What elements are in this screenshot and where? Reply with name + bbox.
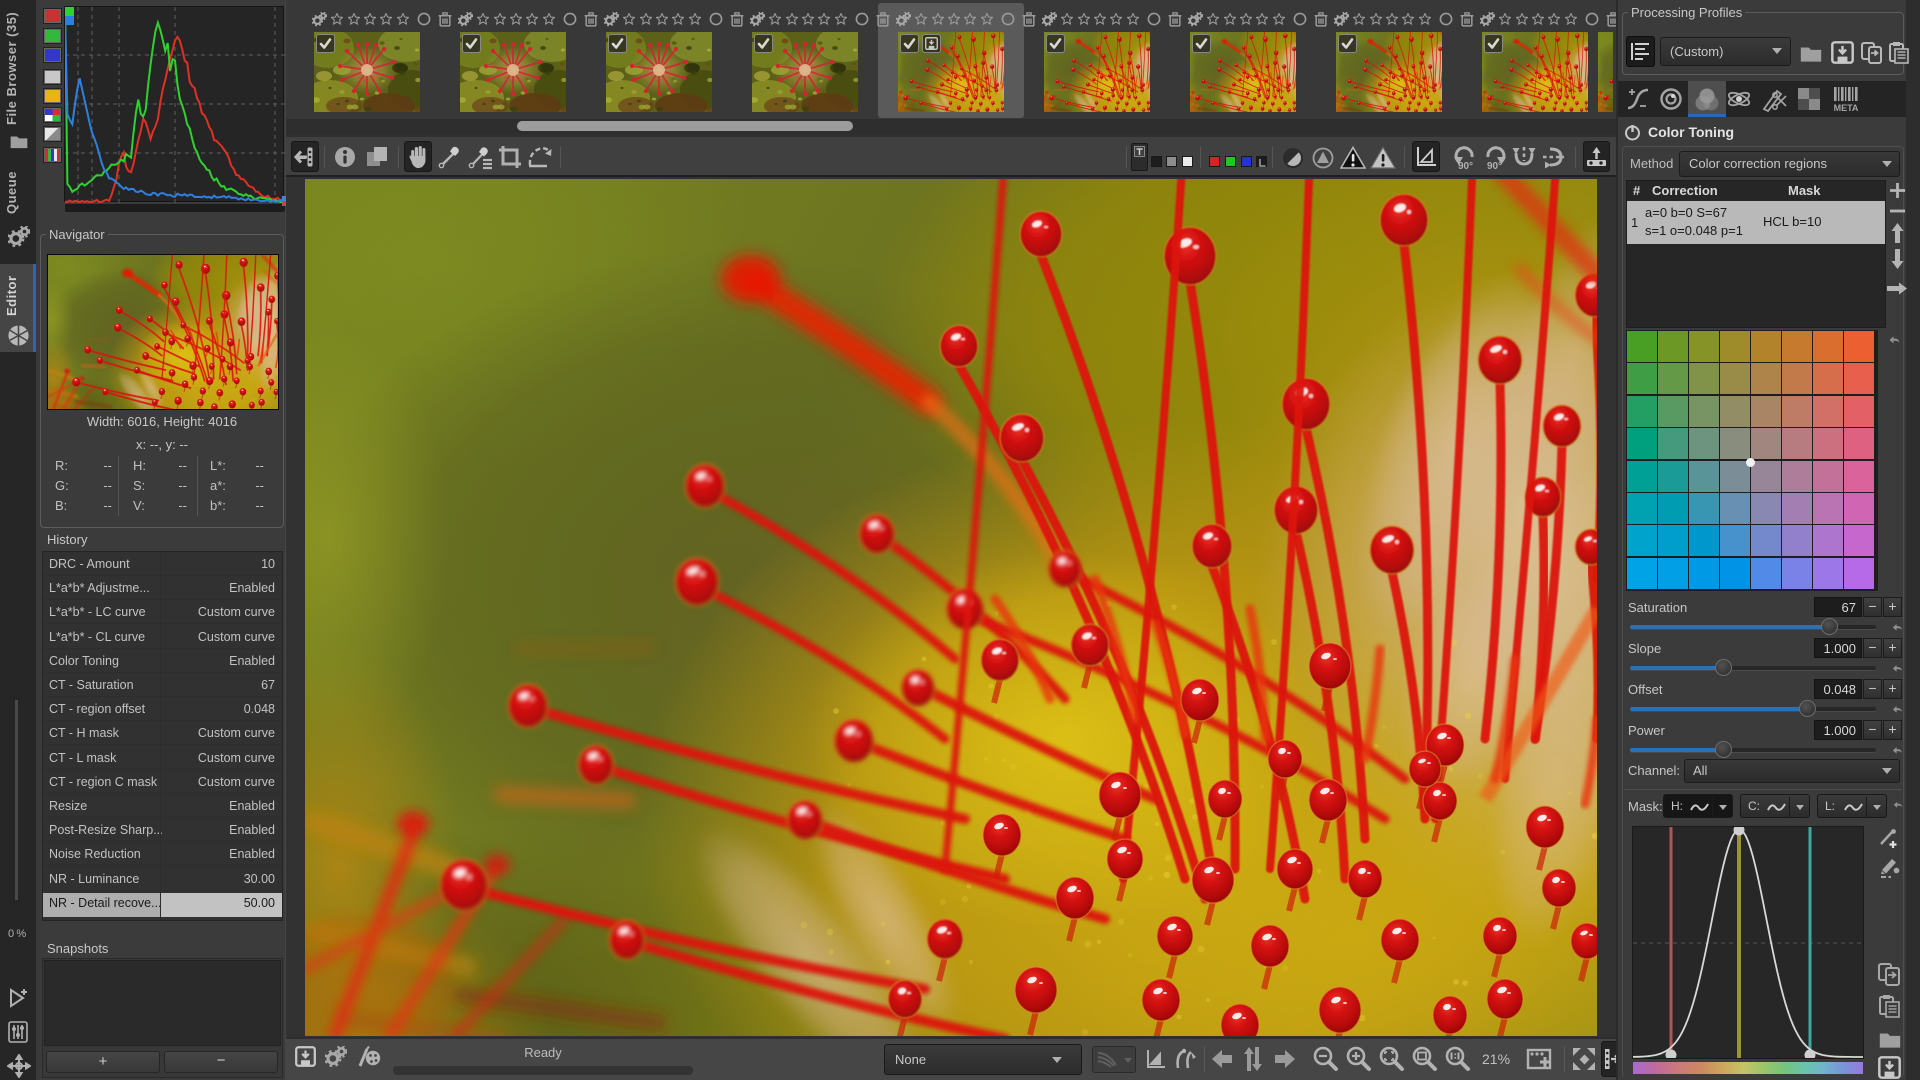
svg-text:90°: 90° [1458,161,1473,170]
svg-text:META: META [1834,103,1859,112]
svg-text:90°: 90° [1487,161,1502,170]
